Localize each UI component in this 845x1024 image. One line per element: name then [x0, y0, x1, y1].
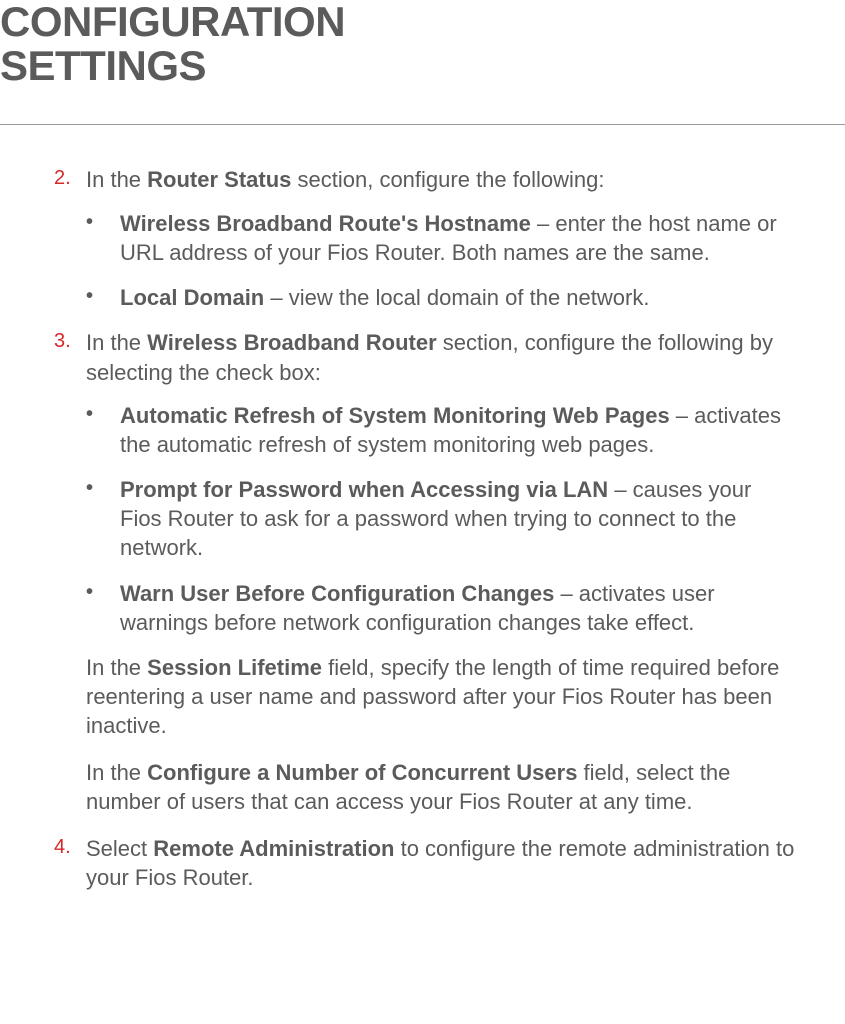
step-3-para-2: In the Configure a Number of Concurrent … [86, 758, 795, 816]
step-2: 2. In the Router Status section, configu… [54, 165, 795, 195]
page-header: CONFIGURATION SETTINGS [0, 0, 845, 116]
bullet-marker: • [86, 283, 120, 312]
bullet-text: Prompt for Password when Accessing via L… [120, 475, 795, 562]
para-bold: Session Lifetime [147, 655, 322, 680]
step-text: Select Remote Administration to configur… [86, 834, 795, 893]
bullet-item: • Prompt for Password when Accessing via… [86, 475, 795, 562]
bullet-item: • Automatic Refresh of System Monitoring… [86, 401, 795, 459]
para-lead: In the [86, 655, 147, 680]
bullet-bold: Prompt for Password when Accessing via L… [120, 477, 608, 502]
step-number: 4. [54, 834, 86, 893]
bullet-item: • Local Domain – view the local domain o… [86, 283, 795, 312]
bullet-marker: • [86, 579, 120, 637]
step-text: In the Router Status section, configure … [86, 165, 795, 195]
bullet-item: • Wireless Broadband Route's Hostname – … [86, 209, 795, 267]
content: 2. In the Router Status section, configu… [0, 125, 845, 893]
step-number: 2. [54, 165, 86, 195]
step-number: 3. [54, 328, 86, 387]
page-title: CONFIGURATION SETTINGS [0, 0, 845, 88]
bullet-marker: • [86, 209, 120, 267]
step-3-bullets: • Automatic Refresh of System Monitoring… [86, 401, 795, 636]
bullet-rest: – view the local domain of the network. [264, 285, 649, 310]
step-lead: In the [86, 167, 147, 192]
step-4: 4. Select Remote Administration to confi… [54, 834, 795, 893]
step-3: 3. In the Wireless Broadband Router sect… [54, 328, 795, 387]
bullet-text: Local Domain – view the local domain of … [120, 283, 795, 312]
title-line-1: CONFIGURATION [0, 0, 345, 45]
step-lead: In the [86, 330, 147, 355]
bullet-marker: • [86, 475, 120, 562]
bullet-text: Warn User Before Configuration Changes –… [120, 579, 795, 637]
bullet-bold: Warn User Before Configuration Changes [120, 581, 554, 606]
step-rest: section, configure the following: [291, 167, 604, 192]
para-text: In the Configure a Number of Concurrent … [86, 758, 795, 816]
para-bold: Configure a Number of Concurrent Users [147, 760, 577, 785]
step-2-bullets: • Wireless Broadband Route's Hostname – … [86, 209, 795, 312]
bullet-text: Automatic Refresh of System Monitoring W… [120, 401, 795, 459]
title-line-2: SETTINGS [0, 42, 206, 89]
bullet-marker: • [86, 401, 120, 459]
step-text: In the Wireless Broadband Router section… [86, 328, 795, 387]
bullet-bold: Local Domain [120, 285, 264, 310]
bullet-bold: Wireless Broadband Route's Hostname [120, 211, 531, 236]
step-bold: Remote Administration [153, 836, 394, 861]
bullet-bold: Automatic Refresh of System Monitoring W… [120, 403, 670, 428]
step-bold: Wireless Broadband Router [147, 330, 437, 355]
bullet-text: Wireless Broadband Route's Hostname – en… [120, 209, 795, 267]
para-text: In the Session Lifetime field, specify t… [86, 653, 795, 740]
para-lead: In the [86, 760, 147, 785]
step-3-para-1: In the Session Lifetime field, specify t… [86, 653, 795, 740]
step-lead: Select [86, 836, 153, 861]
step-bold: Router Status [147, 167, 291, 192]
bullet-item: • Warn User Before Configuration Changes… [86, 579, 795, 637]
